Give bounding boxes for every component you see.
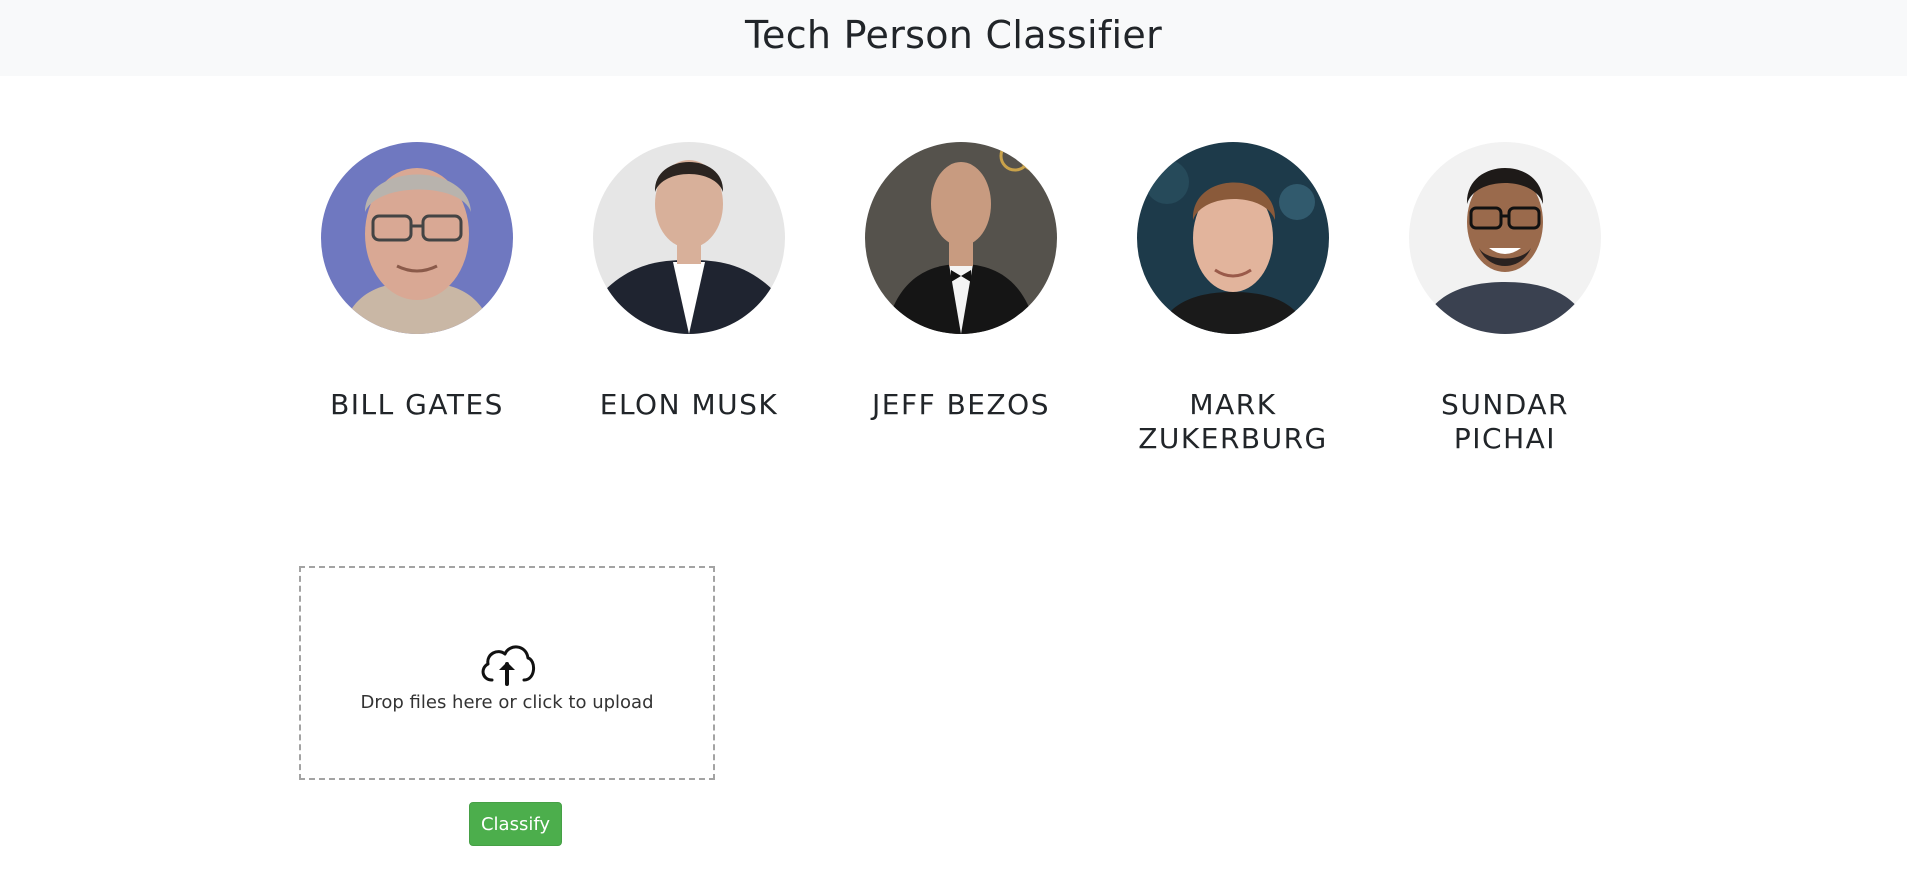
person-name: SUNDAR PICHAI <box>1441 388 1569 455</box>
classify-button[interactable]: Classify <box>469 802 562 846</box>
person-name: MARK ZUKERBURG <box>1138 388 1328 455</box>
person-card-mark-zukerburg: MARK ZUKERBURG <box>1097 142 1369 456</box>
navbar: Tech Person Classifier <box>0 0 1907 76</box>
person-card-jeff-bezos: JEFF BEZOS <box>825 142 1097 422</box>
person-name: BILL GATES <box>330 388 504 421</box>
cloud-upload-icon <box>481 645 535 686</box>
bill-gates-photo <box>321 142 513 334</box>
person-name: JEFF BEZOS <box>872 388 1050 421</box>
sundar-pichai-photo <box>1409 142 1601 334</box>
person-card-bill-gates: BILL GATES <box>281 142 553 422</box>
page-title: Tech Person Classifier <box>744 13 1163 57</box>
file-dropzone[interactable]: Drop files here or click to upload <box>299 566 715 780</box>
jeff-bezos-photo <box>865 142 1057 334</box>
person-card-sundar-pichai: SUNDAR PICHAI <box>1369 142 1641 456</box>
person-name: ELON MUSK <box>599 388 779 421</box>
person-card-elon-musk: ELON MUSK <box>553 142 825 422</box>
mark-zukerburg-photo <box>1137 142 1329 334</box>
dropzone-message: Drop files here or click to upload <box>360 691 654 713</box>
elon-musk-photo <box>593 142 785 334</box>
